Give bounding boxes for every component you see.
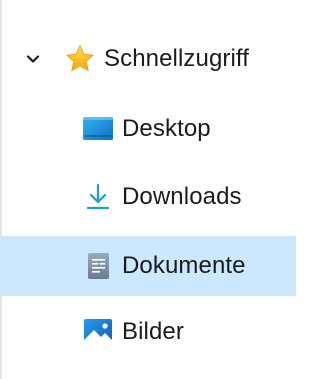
chevron-down-icon[interactable] bbox=[21, 47, 45, 71]
navigation-pane: Schnellzugriff Desktop Downloads Dokumen… bbox=[0, 0, 307, 379]
nav-item-label: Desktop bbox=[122, 115, 211, 142]
nav-item-label: Schnellzugriff bbox=[104, 45, 250, 72]
nav-item-desktop[interactable]: Desktop bbox=[0, 99, 296, 159]
star-icon bbox=[64, 43, 96, 75]
nav-item-label: Downloads bbox=[122, 183, 242, 210]
nav-item-downloads[interactable]: Downloads bbox=[0, 167, 296, 227]
nav-item-documents[interactable]: Dokumente bbox=[0, 236, 296, 296]
desktop-icon bbox=[82, 113, 114, 145]
nav-item-label: Dokumente bbox=[122, 252, 246, 279]
documents-icon bbox=[82, 250, 114, 282]
download-icon bbox=[82, 181, 114, 213]
nav-item-pictures[interactable]: Bilder bbox=[0, 302, 296, 362]
pictures-icon bbox=[82, 316, 114, 348]
nav-item-label: Bilder bbox=[122, 318, 184, 345]
nav-item-quick-access[interactable]: Schnellzugriff bbox=[0, 29, 296, 89]
